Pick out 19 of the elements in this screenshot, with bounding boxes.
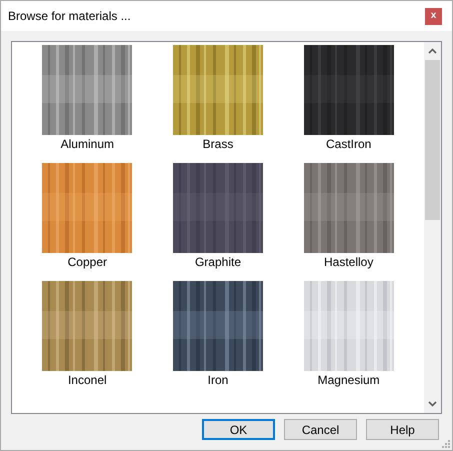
scroll-up-icon[interactable]: [428, 48, 437, 54]
close-button[interactable]: x: [425, 8, 442, 24]
material-name[interactable]: Aluminum: [60, 137, 114, 151]
material-name[interactable]: Copper: [68, 255, 107, 269]
material-name[interactable]: Iron: [208, 373, 228, 387]
material-name[interactable]: Hastelloy: [324, 255, 374, 269]
material-name[interactable]: Magnesium: [318, 373, 380, 387]
window-title: Browse for materials ...: [8, 8, 132, 25]
dialog-button[interactable]: OK: [202, 419, 275, 440]
material-name[interactable]: CastIron: [326, 137, 372, 151]
scrollbar-thumb[interactable]: [425, 60, 440, 220]
scroll-down-icon[interactable]: [428, 401, 437, 407]
material-name[interactable]: Inconel: [68, 373, 107, 387]
material-name[interactable]: Graphite: [194, 255, 241, 269]
material-name[interactable]: Brass: [202, 137, 234, 151]
scrollbar[interactable]: [424, 42, 441, 413]
resize-grip-icon[interactable]: [442, 440, 450, 448]
dialog-button[interactable]: Help: [366, 419, 439, 440]
dialog-button[interactable]: Cancel: [284, 419, 357, 440]
